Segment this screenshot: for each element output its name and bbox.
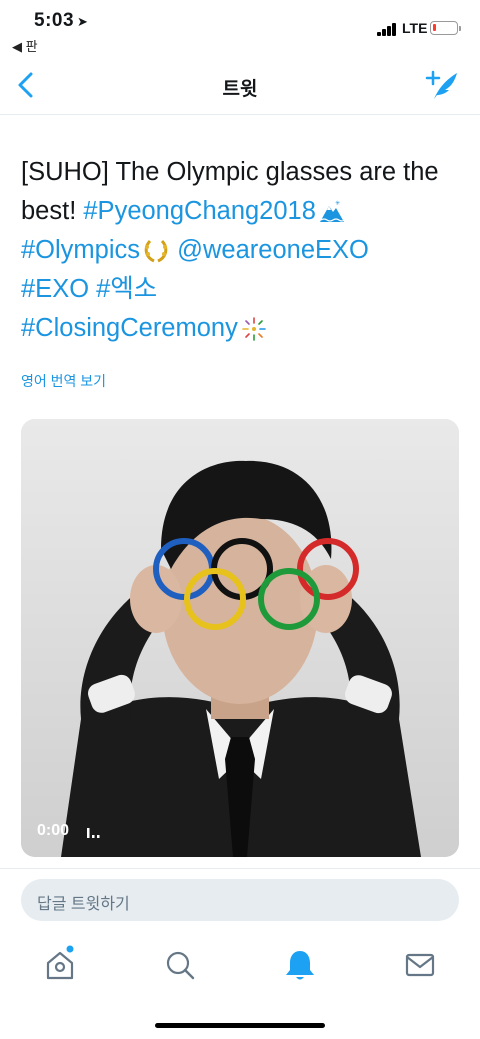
tweet-line-4: #EXO #엑소 <box>21 270 466 309</box>
hashtag-exo-korean[interactable]: #엑소 <box>96 275 157 303</box>
tweet-line-5: #ClosingCeremony <box>21 309 466 348</box>
tweet-text-best: best! <box>21 197 84 225</box>
reply-placeholder: 답글 트윗하기 <box>37 896 130 913</box>
back-to-app-link[interactable]: ◀ 판 <box>12 36 38 55</box>
bell-icon <box>286 951 314 980</box>
mention-weareoneexo[interactable]: @weareoneEXO <box>177 236 369 264</box>
hashtag-pyeongchang2018[interactable]: #PyeongChang2018 <box>83 197 316 225</box>
video-timestamp: 0:00 <box>37 822 70 839</box>
status-time-text: 5:03 <box>34 10 75 31</box>
page-title: 트윗 <box>222 79 258 100</box>
home-indicator[interactable] <box>155 1023 325 1028</box>
navigation-bar: 트윗 <box>0 56 480 115</box>
status-time: 5:03 ➤ <box>34 10 88 32</box>
hashtag-closingceremony[interactable]: #ClosingCeremony <box>21 314 238 342</box>
divider <box>0 868 480 869</box>
battery-icon <box>430 21 461 35</box>
status-bar: 5:03 ➤ ◀ 판 LTE <box>0 0 480 56</box>
tab-notifications[interactable] <box>280 945 320 985</box>
laurel-wreath-emoji-icon <box>144 240 168 263</box>
svg-text:✳: ✳ <box>335 200 340 207</box>
fireworks-emoji-icon <box>242 317 266 342</box>
video-frame-image <box>21 419 459 857</box>
video-player[interactable] <box>21 419 459 857</box>
location-arrow-icon: ➤ <box>77 14 89 29</box>
signal-strength-icon <box>377 22 399 36</box>
tab-messages[interactable] <box>400 945 440 985</box>
mail-icon <box>405 953 435 977</box>
tweet-text: [SUHO] The Olympic glasses are the best!… <box>21 153 466 348</box>
compose-tweet-icon <box>425 70 457 99</box>
translate-tweet-link[interactable]: 영어 번역 보기 <box>21 371 106 391</box>
hashtag-olympics[interactable]: #Olympics <box>21 236 140 264</box>
tweet-line-3: #Olympics @weareoneEXO <box>21 231 466 270</box>
compose-tweet-button[interactable] <box>424 68 462 102</box>
search-icon <box>166 951 195 980</box>
tab-search[interactable] <box>160 945 200 985</box>
video-audio-level-icon <box>87 828 100 838</box>
hashtag-exo[interactable]: #EXO <box>21 275 89 303</box>
network-type: LTE <box>402 20 428 36</box>
tweet-line-2: best! #PyeongChang2018 ✳ <box>21 192 466 231</box>
scrolled-username-fragment <box>98 116 208 124</box>
notification-dot-icon <box>66 945 74 953</box>
snow-mountain-emoji-icon: ✳ <box>319 200 345 223</box>
tab-home[interactable] <box>40 945 80 985</box>
tweet-line-1: [SUHO] The Olympic glasses are the <box>21 158 439 186</box>
home-icon <box>46 945 74 980</box>
battery-level <box>433 24 436 31</box>
reply-input[interactable]: 답글 트윗하기 <box>21 879 459 921</box>
